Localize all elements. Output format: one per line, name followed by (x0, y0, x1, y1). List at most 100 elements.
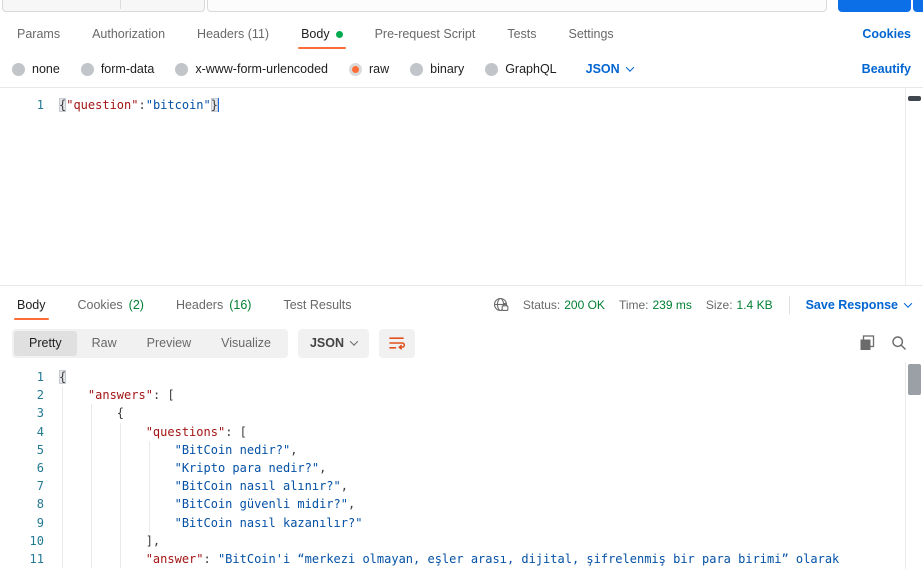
request-tab-headers-11[interactable]: Headers (11) (192, 20, 274, 48)
indent-guide (148, 495, 150, 514)
response-tab-headers[interactable]: Headers (16) (171, 291, 256, 319)
body-type-row: none form-data x-www-form-urlencoded raw bin… (0, 54, 923, 84)
view-tab-pretty[interactable]: Pretty (14, 330, 77, 356)
indent-guide (62, 495, 63, 514)
tab-label: Headers (175, 298, 224, 312)
code-line: 3 { (0, 404, 923, 423)
code-line: 2 "answers": [ (0, 386, 923, 405)
size-label: Size: (705, 298, 733, 312)
response-editor-lines: 1{2 "answers": [3 {4 "questions": [5 "Bi… (0, 368, 923, 569)
response-editor-scrollbar-thumb[interactable] (908, 364, 921, 395)
view-tab-preview[interactable]: Preview (132, 331, 206, 356)
code-content: "BitCoin güvenli midir?", (44, 495, 923, 514)
response-view-tabs: Pretty Raw Preview Visualize (12, 328, 288, 358)
search-icon[interactable] (891, 335, 907, 351)
beautify-link[interactable]: Beautify (862, 62, 911, 76)
tab-label: Pre-request Script (374, 27, 476, 41)
code-text: "questions": [ (145, 424, 247, 439)
view-tab-raw[interactable]: Raw (77, 331, 132, 356)
line-number: 8 (36, 497, 44, 512)
body-type-list: none form-data x-www-form-urlencoded raw bin… (12, 62, 578, 76)
request-tab-params[interactable]: Params (12, 20, 65, 48)
view-tab-visualize[interactable]: Visualize (206, 331, 286, 356)
body-type-raw[interactable]: raw (349, 62, 389, 76)
method-selector[interactable] (2, 0, 205, 12)
response-tab-cookies[interactable]: Cookies (2) (73, 291, 149, 319)
request-editor-scrollbar-thumb[interactable] (908, 96, 921, 101)
radio-icon (12, 62, 25, 76)
radio-icon (80, 62, 94, 76)
indent-guide (90, 404, 92, 423)
radio-icon (349, 62, 362, 76)
request-tab-pre-request-script[interactable]: Pre-request Script (370, 20, 481, 48)
send-button[interactable] (838, 0, 911, 12)
tab-label: Tests (507, 27, 537, 41)
cookies-link[interactable]: Cookies (862, 27, 911, 41)
response-tab-list: Body Cookies (2) Headers (16) Test Results (12, 290, 379, 320)
code-content: "answers": [ (44, 386, 923, 405)
indent-guide (119, 549, 121, 569)
body-type-graphql[interactable]: GraphQL (485, 62, 557, 76)
copy-icon[interactable] (859, 335, 875, 351)
code-text: "BitCoin güvenli midir?", (174, 497, 356, 512)
body-type-none[interactable]: none (12, 62, 60, 76)
wrap-text-icon (389, 337, 406, 350)
body-type-binary[interactable]: binary (410, 62, 464, 76)
request-body-editor[interactable]: 1 {"question":"bitcoin"} (0, 87, 923, 286)
tab-label: Body (301, 27, 330, 41)
request-tabs: Params Authorization Headers (11) Body Pre-r… (0, 20, 923, 49)
code-content: "BitCoin nedir?", (44, 440, 923, 459)
raw-format-label: JSON (585, 62, 620, 76)
send-options-button[interactable] (913, 0, 923, 12)
response-header: Body Cookies (2) Headers (16) Test Results St… (0, 290, 923, 320)
url-input[interactable] (207, 0, 827, 12)
tab-label: Authorization (92, 27, 166, 41)
code-text: "BitCoin nasıl alınır?", (174, 479, 348, 494)
tab-label: Headers (11) (197, 27, 270, 41)
line-number: 6 (36, 461, 44, 476)
body-type-form-data[interactable]: form-data (80, 62, 155, 76)
radio-label: x-www-form-urlencoded (195, 62, 328, 76)
response-tab-test-results[interactable]: Test Results (278, 291, 356, 319)
chevron-down-icon (903, 299, 913, 308)
code-content: { (44, 368, 923, 386)
radio-icon (175, 62, 189, 76)
indent-guide (119, 440, 121, 459)
indent-guide (148, 513, 150, 532)
line-number: 10 (29, 533, 44, 548)
wrap-text-button[interactable] (379, 328, 415, 358)
indent-guide (148, 440, 150, 459)
indent-guide (90, 549, 92, 569)
indent-guide (119, 531, 121, 550)
code-line: 7 "BitCoin nasıl alınır?", (0, 477, 923, 496)
radio-icon (410, 62, 424, 76)
response-body-editor[interactable]: 1{2 "answers": [3 {4 "questions": [5 "Bi… (0, 362, 923, 569)
save-response-button[interactable]: Save Response (805, 298, 913, 312)
request-tab-body[interactable]: Body (296, 20, 348, 49)
text-cursor (217, 98, 220, 113)
tab-label: Settings (568, 27, 614, 41)
save-response-label: Save Response (805, 298, 898, 312)
size-value: 1.4 KB (736, 298, 773, 312)
indent-guide (90, 531, 92, 550)
indent-guide (62, 440, 63, 459)
request-tab-authorization[interactable]: Authorization (87, 20, 170, 48)
response-meta: Status: 200 OK Time: 239 ms Size: 1.4 KB… (493, 296, 913, 314)
indent-guide (90, 513, 92, 532)
radio-label: form-data (100, 62, 155, 76)
indent-guide (62, 513, 63, 532)
request-url-bar (0, 0, 923, 13)
code-text: "Kripto para nedir?", (174, 461, 327, 476)
meta-divider (788, 296, 790, 314)
line-number: 3 (36, 406, 44, 421)
unsaved-changes-dot (335, 30, 343, 38)
body-type-x-www-form-urlencoded[interactable]: x-www-form-urlencoded (175, 62, 328, 76)
raw-format-select[interactable]: JSON (585, 62, 634, 76)
request-tab-list: Params Authorization Headers (11) Body Pre-r… (12, 20, 641, 49)
request-tab-settings[interactable]: Settings (564, 20, 619, 48)
request-tab-tests[interactable]: Tests (502, 20, 541, 48)
response-tab-body[interactable]: Body (12, 291, 51, 320)
tab-label: Test Results (283, 298, 352, 312)
code-text: "BitCoin nedir?", (174, 442, 298, 457)
response-format-select[interactable]: JSON (297, 328, 369, 358)
